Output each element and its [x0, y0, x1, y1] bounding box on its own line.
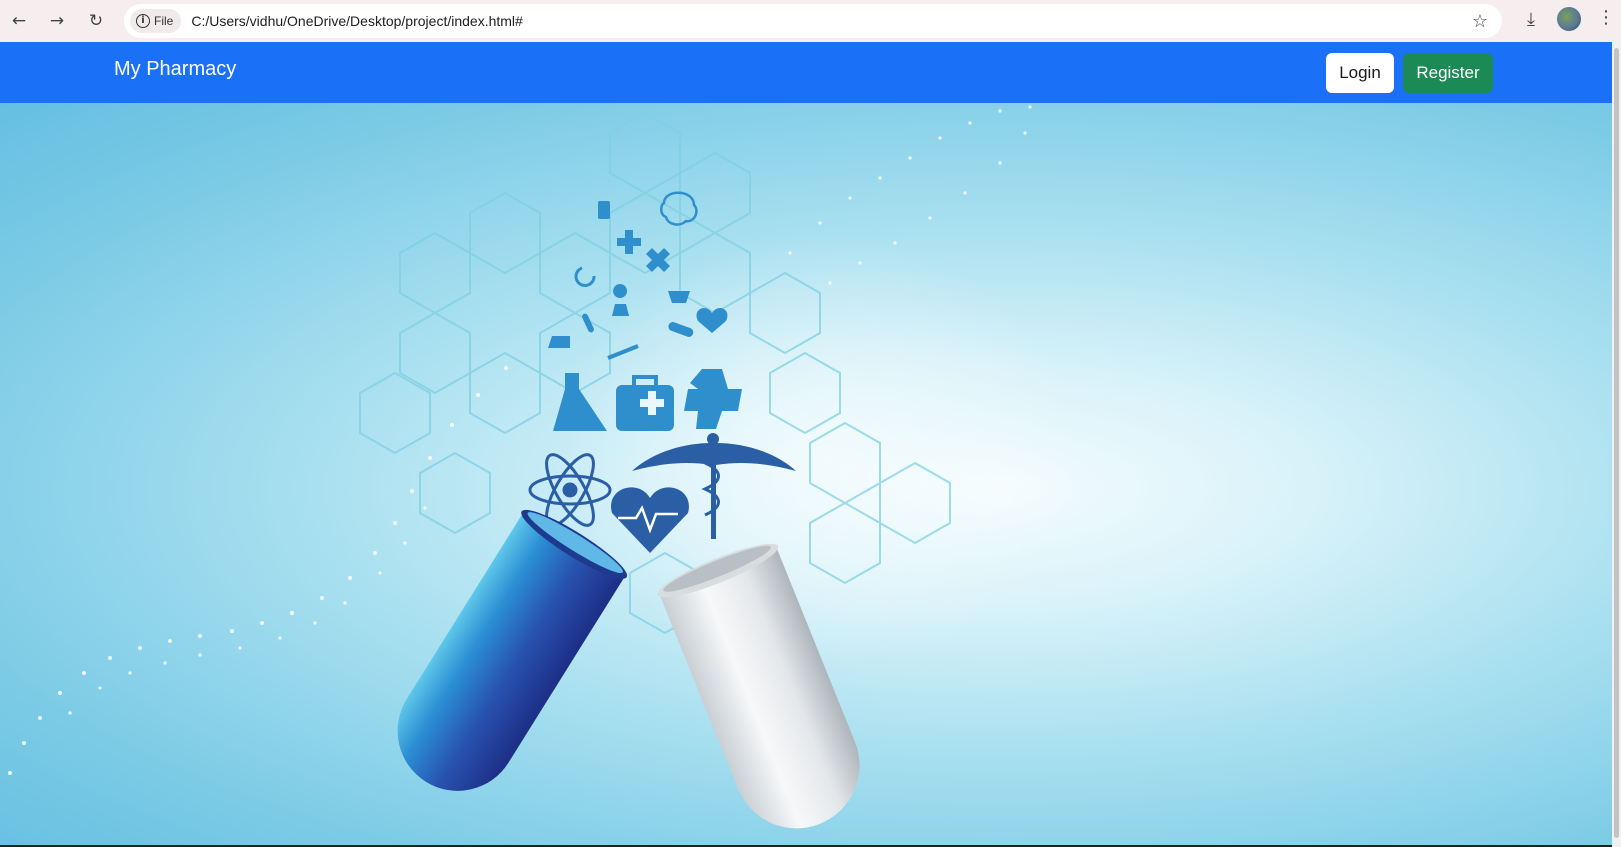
- register-button[interactable]: Register: [1403, 53, 1493, 93]
- menu-dots-icon[interactable]: ⋮: [1597, 7, 1615, 28]
- back-icon[interactable]: ←: [7, 9, 31, 33]
- forward-icon[interactable]: →: [45, 9, 69, 33]
- scrollbar-thumb[interactable]: [1614, 48, 1619, 838]
- page-viewport: My Pharmacy Login Register: [0, 42, 1612, 845]
- first-aid-kit-icon: [616, 385, 674, 431]
- bookmark-star-icon[interactable]: ☆: [1472, 11, 1488, 32]
- info-icon: i: [136, 14, 150, 28]
- download-icon[interactable]: ⤓: [1519, 9, 1543, 33]
- brain-icon: [660, 191, 698, 226]
- blue-capsule: [397, 509, 628, 791]
- hero-illustration: [8, 105, 1080, 829]
- bottle-icon: [598, 201, 610, 219]
- wheelchair-icon: [574, 266, 596, 287]
- login-button[interactable]: Login: [1326, 53, 1394, 93]
- hero-banner: [0, 103, 1612, 845]
- brand-title[interactable]: My Pharmacy: [114, 58, 236, 81]
- doctor-icon: [612, 284, 629, 316]
- site-navbar: My Pharmacy Login Register: [0, 42, 1612, 103]
- small-cross-icon: [617, 230, 641, 254]
- reload-icon[interactable]: ↻: [84, 9, 108, 33]
- ambulance-icon: [548, 336, 570, 348]
- address-bar[interactable]: i File C:/Users/vidhu/OneDrive/Desktop/p…: [124, 4, 1502, 38]
- profile-avatar-icon[interactable]: [1557, 7, 1581, 31]
- url-text[interactable]: C:/Users/vidhu/OneDrive/Desktop/project/…: [191, 13, 522, 29]
- site-info-chip[interactable]: i File: [130, 9, 182, 33]
- site-info-label: File: [154, 14, 174, 28]
- browser-toolbar: ← → ↻ i File C:/Users/vidhu/OneDrive/Des…: [0, 0, 1621, 42]
